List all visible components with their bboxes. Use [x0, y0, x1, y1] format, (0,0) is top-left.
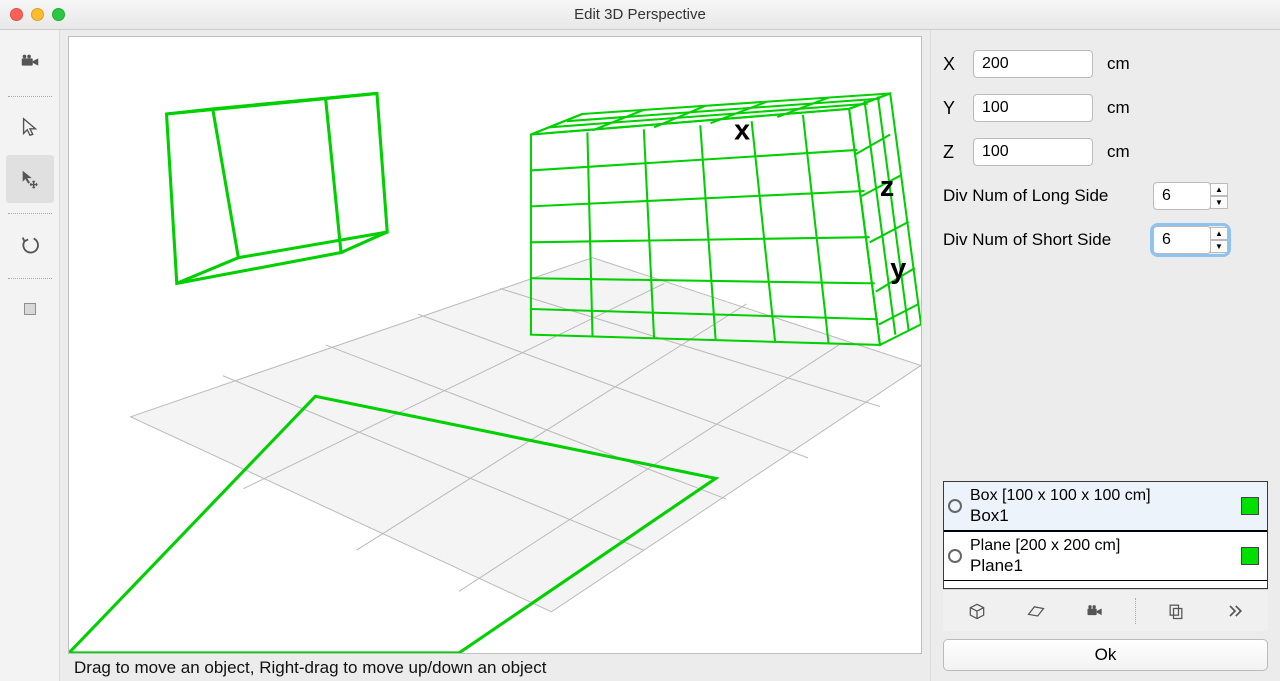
add-box-button[interactable] — [958, 596, 996, 626]
chevron-double-right-icon — [1225, 601, 1245, 621]
divlong-input[interactable] — [1153, 182, 1211, 210]
divshort-step-down[interactable]: ▼ — [1210, 240, 1228, 253]
grid-floor — [131, 258, 921, 612]
window-title: Edit 3D Perspective — [0, 6, 1280, 23]
x-unit: cm — [1107, 54, 1130, 74]
object-list[interactable]: Box [100 x 100 x 100 cm] Box1 Plane [200… — [943, 481, 1268, 589]
object-list-row[interactable]: Plane [200 x 200 cm] Plane1 — [944, 532, 1267, 581]
y-input[interactable] — [973, 94, 1093, 122]
move-cursor-icon — [19, 168, 41, 190]
z-input[interactable] — [973, 138, 1093, 166]
add-plane-button[interactable] — [1017, 596, 1055, 626]
plane-icon — [1026, 601, 1046, 621]
z-label: Z — [943, 142, 963, 163]
undo-tool[interactable] — [6, 220, 54, 268]
object-name: Box1 — [970, 506, 1233, 526]
separator — [8, 96, 52, 97]
object-list-row[interactable]: Box [100 x 100 x 100 cm] Box1 — [944, 482, 1267, 532]
select-tool[interactable] — [6, 103, 54, 151]
camera-icon — [19, 51, 41, 73]
divshort-label: Div Num of Short Side — [943, 230, 1143, 250]
object-toolbar — [943, 589, 1268, 631]
properties-panel: X cm Y cm Z cm Div Num of Long Side ▲ ▼ — [930, 30, 1280, 681]
square-icon — [19, 298, 41, 320]
object-type: Plane [200 x 200 cm] — [970, 536, 1233, 556]
separator — [8, 278, 52, 279]
color-swatch[interactable] — [1241, 497, 1259, 515]
add-camera-button[interactable] — [1076, 596, 1114, 626]
divlong-step-up[interactable]: ▲ — [1210, 183, 1228, 196]
move-tool[interactable] — [6, 155, 54, 203]
visibility-toggle-icon[interactable] — [948, 549, 962, 563]
duplicate-button[interactable] — [1157, 596, 1195, 626]
left-toolbar — [0, 30, 60, 681]
camera-tool[interactable] — [6, 38, 54, 86]
object-type: Box [100 x 100 x 100 cm] — [970, 486, 1233, 506]
box-icon — [967, 601, 987, 621]
z-unit: cm — [1107, 142, 1130, 162]
hint-text: Drag to move an object, Right-drag to mo… — [68, 654, 922, 679]
more-button[interactable] — [1216, 596, 1254, 626]
camera-icon — [1085, 601, 1105, 621]
visibility-toggle-icon[interactable] — [948, 499, 962, 513]
duplicate-icon — [1166, 601, 1186, 621]
axis-label-y: y — [890, 253, 906, 285]
divlong-label: Div Num of Long Side — [943, 186, 1143, 206]
titlebar: Edit 3D Perspective — [0, 0, 1280, 30]
toggle-tool[interactable] — [6, 285, 54, 333]
box1-wireframe — [167, 93, 388, 283]
object-name: Plane1 — [970, 556, 1233, 576]
divshort-step-up[interactable]: ▲ — [1210, 227, 1228, 240]
color-swatch[interactable] — [1241, 547, 1259, 565]
ok-button[interactable]: Ok — [943, 639, 1268, 671]
cursor-icon — [19, 116, 41, 138]
divshort-input[interactable] — [1153, 226, 1211, 254]
undo-icon — [19, 233, 41, 255]
divlong-step-down[interactable]: ▼ — [1210, 196, 1228, 209]
x-input[interactable] — [973, 50, 1093, 78]
axis-label-x: x — [734, 115, 750, 147]
viewport-3d[interactable]: x z y — [68, 36, 922, 654]
separator — [8, 213, 52, 214]
y-label: Y — [943, 98, 963, 119]
y-unit: cm — [1107, 98, 1130, 118]
axis-label-z: z — [880, 171, 894, 203]
separator — [1135, 598, 1136, 624]
x-label: X — [943, 54, 963, 75]
